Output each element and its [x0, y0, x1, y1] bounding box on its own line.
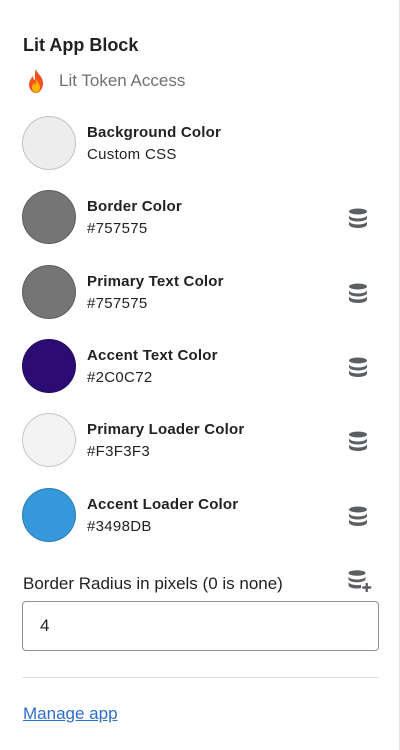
border-radius-input[interactable] — [22, 601, 379, 651]
color-swatch[interactable] — [22, 116, 76, 170]
setting-value: #757575 — [87, 295, 148, 312]
setting-value: #2C0C72 — [87, 369, 153, 386]
app-source-row: Lit Token Access — [23, 68, 185, 94]
setting-accent-loader-color: Accent Loader Color #3498DB — [22, 488, 378, 542]
dynamic-source-database-icon[interactable] — [346, 355, 370, 379]
dynamic-source-database-icon[interactable] — [346, 206, 370, 230]
setting-value: #F3F3F3 — [87, 443, 150, 460]
setting-label: Accent Loader Color — [87, 496, 239, 513]
dynamic-source-database-icon[interactable] — [346, 504, 370, 528]
color-swatch[interactable] — [22, 265, 76, 319]
app-block-settings-panel: Lit App Block Lit Token Access Backgroun… — [0, 0, 400, 750]
database-plus-icon[interactable] — [346, 568, 372, 594]
setting-label: Border Color — [87, 198, 182, 215]
setting-value: #3498DB — [87, 518, 152, 535]
footer-divider — [22, 677, 379, 678]
color-swatch[interactable] — [22, 339, 76, 393]
block-title: Lit App Block — [23, 35, 139, 55]
setting-label: Background Color — [87, 124, 222, 141]
setting-background-color: Background Color Custom CSS — [22, 116, 378, 170]
color-swatch[interactable] — [22, 190, 76, 244]
color-swatch[interactable] — [22, 488, 76, 542]
app-name: Lit Token Access — [59, 71, 186, 90]
border-radius-label: Border Radius in pixels (0 is none) — [23, 574, 283, 593]
setting-border-color: Border Color #757575 — [22, 190, 378, 244]
setting-value: #757575 — [87, 220, 148, 237]
setting-label: Accent Text Color — [87, 347, 218, 364]
setting-label: Primary Text Color — [87, 273, 224, 290]
setting-primary-text-color: Primary Text Color #757575 — [22, 265, 378, 319]
color-swatch[interactable] — [22, 413, 76, 467]
dynamic-source-database-icon[interactable] — [346, 281, 370, 305]
setting-accent-text-color: Accent Text Color #2C0C72 — [22, 339, 378, 393]
fire-icon — [23, 68, 49, 94]
setting-primary-loader-color: Primary Loader Color #F3F3F3 — [22, 413, 378, 467]
dynamic-source-database-icon[interactable] — [346, 429, 370, 453]
setting-label: Primary Loader Color — [87, 421, 245, 438]
manage-app-link[interactable]: Manage app — [23, 704, 118, 724]
setting-value: Custom CSS — [87, 146, 177, 163]
